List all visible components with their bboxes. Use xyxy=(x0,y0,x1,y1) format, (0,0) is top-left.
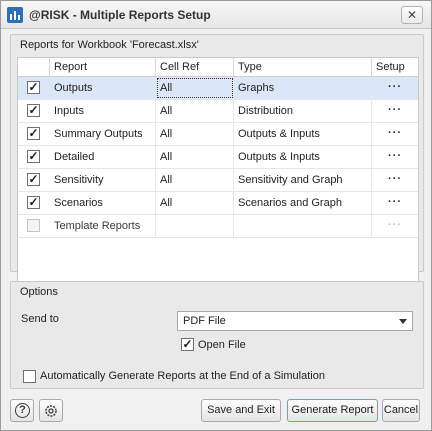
report-type-cell: Graphs xyxy=(234,77,372,99)
close-button[interactable]: ✕ xyxy=(401,6,423,24)
gear-icon xyxy=(45,405,57,417)
report-name-cell: Inputs xyxy=(50,100,156,122)
report-name-cell: Template Reports xyxy=(50,215,156,237)
send-to-value: PDF File xyxy=(183,315,226,327)
cell-ref-cell xyxy=(156,215,234,237)
report-type-cell: Outputs & Inputs xyxy=(234,146,372,168)
reports-grid: Report Cell Ref Type Setup ✓ Outputs All… xyxy=(17,57,419,289)
chevron-down-icon xyxy=(399,319,407,324)
title-bar: @RISK - Multiple Reports Setup ✕ xyxy=(1,1,431,29)
open-file-checkbox[interactable]: ✓ xyxy=(181,338,194,351)
row-checkbox[interactable] xyxy=(27,219,40,232)
help-icon: ? xyxy=(15,403,30,418)
report-type-cell: Distribution xyxy=(234,100,372,122)
auto-generate-checkbox[interactable] xyxy=(23,370,36,383)
header-report[interactable]: Report xyxy=(50,58,156,77)
row-checkbox[interactable]: ✓ xyxy=(27,127,40,140)
dialog-window: @RISK - Multiple Reports Setup ✕ Reports… xyxy=(0,0,432,431)
help-button[interactable]: ? xyxy=(10,399,34,422)
report-name-cell: Outputs xyxy=(50,77,156,99)
setup-button[interactable]: ··· xyxy=(372,123,418,145)
cell-ref-cell[interactable]: All xyxy=(156,100,234,122)
row-checkbox[interactable]: ✓ xyxy=(27,150,40,163)
send-to-label: Send to xyxy=(21,313,59,325)
row-checkbox[interactable]: ✓ xyxy=(27,104,40,117)
report-type-cell: Outputs & Inputs xyxy=(234,123,372,145)
settings-button[interactable] xyxy=(39,399,63,422)
setup-button[interactable]: ··· xyxy=(372,192,418,214)
cell-ref-cell[interactable]: All xyxy=(156,192,234,214)
table-row[interactable]: ✓ Detailed All Outputs & Inputs ··· xyxy=(18,146,418,169)
report-type-cell: Sensitivity and Graph xyxy=(234,169,372,191)
setup-button[interactable]: ··· xyxy=(372,169,418,191)
report-name-cell: Detailed xyxy=(50,146,156,168)
setup-button: ··· xyxy=(388,219,402,231)
risk-app-icon xyxy=(7,7,23,23)
send-to-dropdown[interactable]: PDF File xyxy=(177,311,413,331)
save-and-exit-button[interactable]: Save and Exit xyxy=(201,399,281,422)
cell-ref-cell[interactable]: All xyxy=(156,146,234,168)
row-checkbox[interactable]: ✓ xyxy=(27,173,40,186)
setup-button[interactable]: ··· xyxy=(372,100,418,122)
row-checkbox[interactable]: ✓ xyxy=(27,196,40,209)
header-setup[interactable]: Setup xyxy=(372,58,418,77)
header-type[interactable]: Type xyxy=(234,58,372,77)
table-row[interactable]: ✓ Scenarios All Scenarios and Graph ··· xyxy=(18,192,418,215)
cancel-button[interactable]: Cancel xyxy=(382,399,420,422)
cell-ref-cell[interactable]: All xyxy=(156,169,234,191)
report-type-cell xyxy=(234,215,372,237)
setup-button[interactable]: ··· xyxy=(372,77,418,99)
table-row[interactable]: ✓ Inputs All Distribution ··· xyxy=(18,100,418,123)
generate-report-button[interactable]: Generate Report xyxy=(287,399,378,422)
reports-group: Reports for Workbook 'Forecast.xlsx' Rep… xyxy=(10,34,424,289)
table-row[interactable]: ✓ Sensitivity All Sensitivity and Graph … xyxy=(18,169,418,192)
setup-button[interactable]: ··· xyxy=(372,146,418,168)
header-checkbox xyxy=(18,58,50,77)
reports-group-title: Reports for Workbook 'Forecast.xlsx' xyxy=(20,39,199,51)
report-name-cell: Sensitivity xyxy=(50,169,156,191)
row-checkbox[interactable]: ✓ xyxy=(27,81,40,94)
report-name-cell: Scenarios xyxy=(50,192,156,214)
report-name-cell: Summary Outputs xyxy=(50,123,156,145)
table-row[interactable]: Template Reports ··· xyxy=(18,215,418,238)
table-row[interactable]: ✓ Outputs All Graphs ··· xyxy=(18,77,418,100)
open-file-label[interactable]: Open File xyxy=(198,339,246,351)
report-type-cell: Scenarios and Graph xyxy=(234,192,372,214)
header-cell-ref[interactable]: Cell Ref xyxy=(156,58,234,77)
options-group-title: Options xyxy=(20,286,58,298)
auto-generate-label[interactable]: Automatically Generate Reports at the En… xyxy=(40,370,325,382)
cell-ref-cell[interactable]: All xyxy=(156,77,234,99)
table-row[interactable]: ✓ Summary Outputs All Outputs & Inputs ·… xyxy=(18,123,418,146)
cell-ref-cell[interactable]: All xyxy=(156,123,234,145)
window-title: @RISK - Multiple Reports Setup xyxy=(29,8,211,22)
